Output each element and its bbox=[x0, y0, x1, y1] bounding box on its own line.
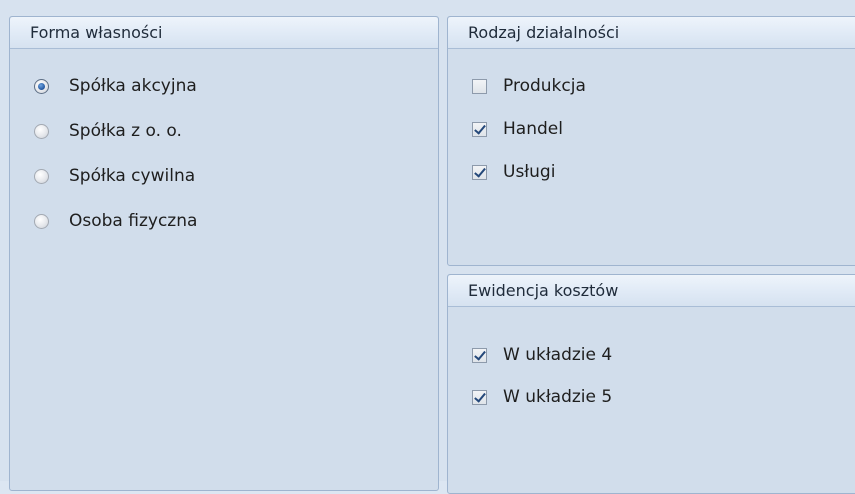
checkbox-label: Produkcja bbox=[503, 76, 586, 96]
ownership-form-header: Forma własności bbox=[10, 17, 438, 49]
checkbox-uklad-4[interactable]: W układzie 4 bbox=[472, 343, 612, 367]
checkbox-checked-icon[interactable] bbox=[472, 347, 487, 363]
radio-osoba-fizyczna[interactable]: Osoba fizyczna bbox=[34, 209, 197, 233]
radio-spolka-zoo[interactable]: Spółka z o. o. bbox=[34, 119, 182, 143]
cost-accounting-header: Ewidencja kosztów bbox=[448, 275, 855, 307]
activity-type-header: Rodzaj działalności bbox=[448, 17, 855, 49]
checkbox-label: Handel bbox=[503, 119, 563, 139]
radio-spolka-akcyjna[interactable]: Spółka akcyjna bbox=[34, 74, 197, 98]
checkbox-checked-icon[interactable] bbox=[472, 164, 487, 180]
checkbox-label: W układzie 5 bbox=[503, 387, 613, 407]
checkbox-checked-icon[interactable] bbox=[472, 389, 487, 405]
checkbox-uslugi[interactable]: Usługi bbox=[472, 160, 555, 184]
checkbox-handel[interactable]: Handel bbox=[472, 117, 563, 141]
checkbox-uklad-5[interactable]: W układzie 5 bbox=[472, 385, 612, 409]
radio-selected-icon[interactable] bbox=[34, 78, 49, 94]
radio-icon[interactable] bbox=[34, 123, 49, 139]
checkbox-label: W układzie 4 bbox=[503, 345, 613, 365]
activity-type-group: Rodzaj działalności Produkcja Handel Usł… bbox=[447, 16, 855, 266]
form-panel: Forma własności Spółka akcyjna Spółka z … bbox=[0, 0, 855, 494]
ownership-form-group: Forma własności Spółka akcyjna Spółka z … bbox=[9, 16, 439, 491]
radio-label: Spółka akcyjna bbox=[69, 76, 197, 96]
radio-icon[interactable] bbox=[34, 213, 49, 229]
checkbox-label: Usługi bbox=[503, 162, 556, 182]
checkbox-produkcja[interactable]: Produkcja bbox=[472, 74, 586, 98]
checkbox-unchecked-icon[interactable] bbox=[472, 78, 487, 94]
radio-label: Spółka cywilna bbox=[69, 166, 196, 186]
radio-icon[interactable] bbox=[34, 168, 49, 184]
radio-label: Spółka z o. o. bbox=[69, 121, 182, 141]
radio-label: Osoba fizyczna bbox=[69, 211, 198, 231]
checkbox-checked-icon[interactable] bbox=[472, 121, 487, 137]
radio-spolka-cywilna[interactable]: Spółka cywilna bbox=[34, 164, 195, 188]
cost-accounting-group: Ewidencja kosztów W układzie 4 W układzi… bbox=[447, 274, 855, 494]
